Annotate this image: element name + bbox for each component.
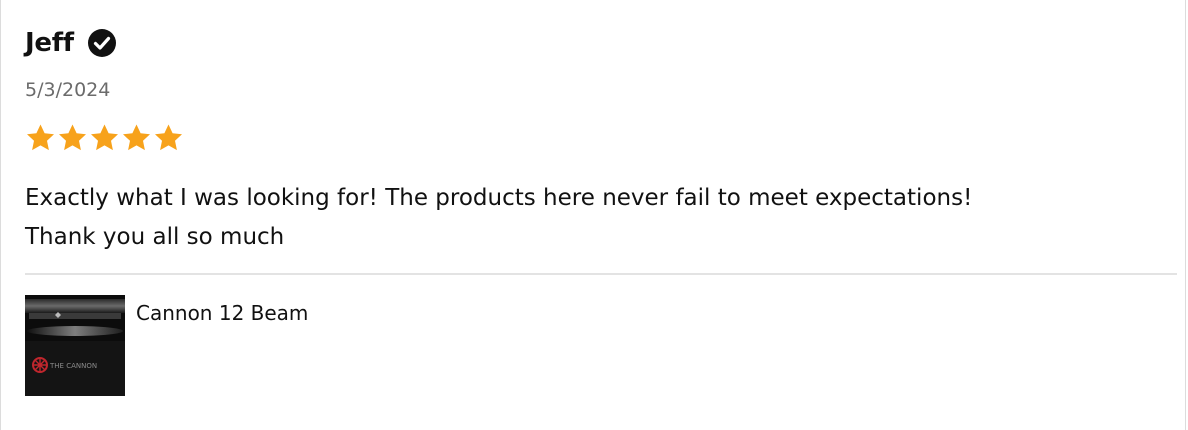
review-card: Jeff 5/3/2024 Exactly what I was looking… [0,0,1186,430]
star-icon [25,123,56,153]
star-rating [25,123,184,153]
review-text: Exactly what I was looking for! The prod… [25,179,1145,257]
verified-check-icon [87,28,117,58]
divider [25,273,1177,275]
review-text-line: Exactly what I was looking for! The prod… [25,185,973,211]
star-icon [121,123,152,153]
product-thumbnail[interactable]: THE CANNON [25,295,125,396]
thumbnail-brand-text: THE CANNON [49,362,97,370]
star-icon [57,123,88,153]
reviewer-name: Jeff [25,28,74,58]
review-header: Jeff [25,26,117,60]
star-icon [89,123,120,153]
review-text-line: Thank you all so much [25,224,285,250]
review-date: 5/3/2024 [25,79,111,101]
star-icon [153,123,184,153]
product-name-link[interactable]: Cannon 12 Beam [136,299,308,327]
